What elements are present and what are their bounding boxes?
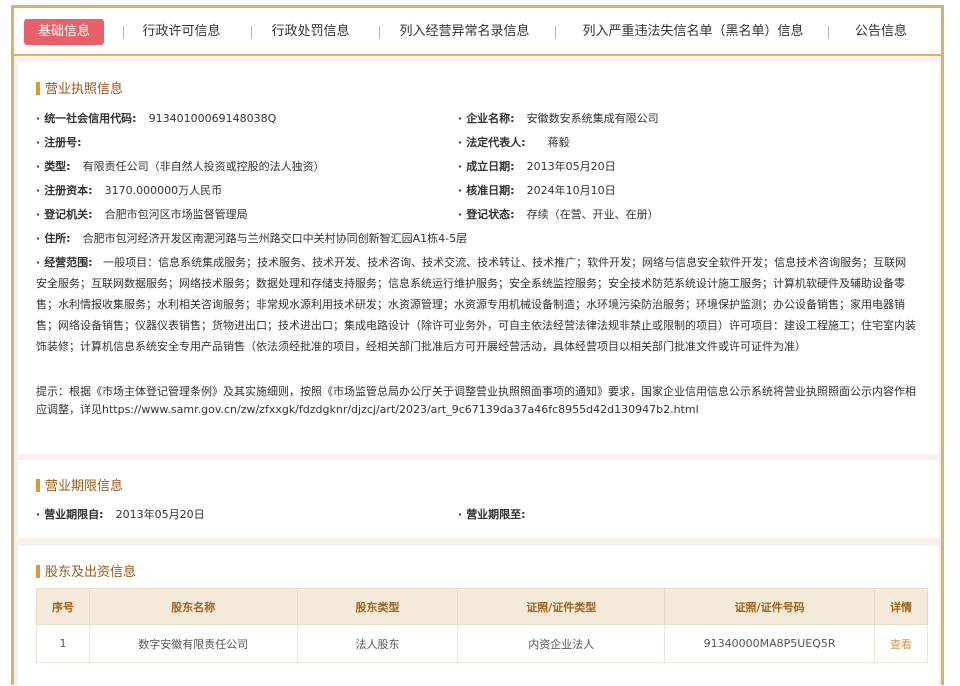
col-type: 股东类型: [296, 588, 459, 625]
table-header-row: 序号 股东名称 股东类型 证照/证件类型 证照/证件号码 详情: [36, 588, 928, 625]
legal-rep-row: · 法定代表人: 蒋毅: [458, 136, 570, 149]
col-cert-type: 证照/证件类型: [457, 588, 666, 625]
cell-cert-type: 内资企业法人: [457, 624, 666, 663]
status-row: · 登记状态: 存续（在营、开业、在册）: [458, 208, 659, 221]
cell-name: 数字安徽有限责任公司: [88, 624, 298, 663]
view-detail-link[interactable]: 查看: [874, 624, 928, 663]
cell-cert-no: 91340000MA8P5UEQ5R: [664, 624, 876, 663]
tab-admin-license[interactable]: 行政许可信息: [139, 19, 224, 45]
business-scope-text: 一般项目：信息系统集成服务；技术服务、技术开发、技术咨询、技术交流、技术转让、技…: [36, 256, 916, 353]
authority-row: · 登记机关: 合肥市包河区市场监督管理局: [36, 208, 248, 221]
approved-row: · 核准日期: 2024年10月10日: [458, 184, 616, 197]
period-panel: 营业期限信息 · 营业期限自: 2013年05月20日 · 营业期限至:: [18, 460, 939, 538]
period-from-row: · 营业期限自: 2013年05月20日: [36, 508, 205, 521]
tab-blacklist[interactable]: 列入严重违法失信名单（黑名单）信息: [578, 19, 808, 45]
col-detail: 详情: [874, 588, 928, 625]
shareholders-panel: 股东及出资信息 序号 股东名称 股东类型 证照/证件类型 证照/证件号码 详情 …: [18, 546, 939, 686]
credit-code-row: · 统一社会信用代码: 91340100069148038Q: [36, 112, 277, 125]
tab-abnormal-list[interactable]: 列入经营异常名录信息: [397, 19, 532, 45]
address-row: · 住所: 合肥市包河经济开发区南淝河路与兰州路交口中关村协同创新智汇园A1栋4-5…: [36, 232, 468, 245]
established-row: · 成立日期: 2013年05月20日: [458, 160, 616, 173]
tab-basic-info[interactable]: 基础信息: [24, 19, 104, 45]
reg-no-row: · 注册号:: [36, 136, 82, 149]
col-no: 序号: [36, 588, 90, 625]
license-section-title: 营业执照信息: [36, 78, 123, 97]
tab-separator: [379, 26, 380, 39]
cell-type: 法人股东: [296, 624, 459, 663]
tab-separator: [555, 26, 556, 39]
tab-admin-penalty[interactable]: 行政处罚信息: [268, 19, 353, 45]
page-frame: 基础信息 行政许可信息 行政处罚信息 列入经营异常名录信息 列入严重违法失信名单…: [11, 5, 944, 686]
period-to-row: · 营业期限至:: [458, 508, 526, 521]
shareholders-table: 序号 股东名称 股东类型 证照/证件类型 证照/证件号码 详情 1 数字安徽有限…: [36, 588, 928, 663]
tab-separator: [123, 26, 124, 39]
col-cert-no: 证照/证件号码: [664, 588, 876, 625]
tab-separator: [251, 26, 252, 39]
notice-tip: 提示：根据《市场主体登记管理条例》及其实施细则，按照《市场监管总局办公厅关于调整…: [36, 385, 916, 416]
business-scope: · 经营范围: 一般项目：信息系统集成服务；技术服务、技术开发、技术咨询、技术交流…: [36, 256, 916, 353]
shareholders-section-title: 股东及出资信息: [36, 561, 136, 580]
tab-separator: [828, 26, 829, 39]
capital-row: · 注册资本: 3170.000000万人民币: [36, 184, 223, 197]
tab-announcements[interactable]: 公告信息: [850, 19, 912, 45]
col-name: 股东名称: [88, 588, 298, 625]
type-row: · 类型: 有限责任公司（非自然人投资或控股的法人独资）: [36, 160, 325, 173]
period-section-title: 营业期限信息: [36, 475, 123, 494]
company-name-row: · 企业名称: 安徽数安系统集成有限公司: [458, 112, 659, 125]
table-row: 1 数字安徽有限责任公司 法人股东 内资企业法人 91340000MA8P5UE…: [36, 624, 928, 663]
cell-no: 1: [36, 624, 90, 663]
tab-bar: 基础信息 行政许可信息 行政处罚信息 列入经营异常名录信息 列入严重违法失信名单…: [14, 8, 941, 56]
license-panel: 营业执照信息 · 统一社会信用代码: 91340100069148038Q · 企业名…: [18, 62, 939, 454]
